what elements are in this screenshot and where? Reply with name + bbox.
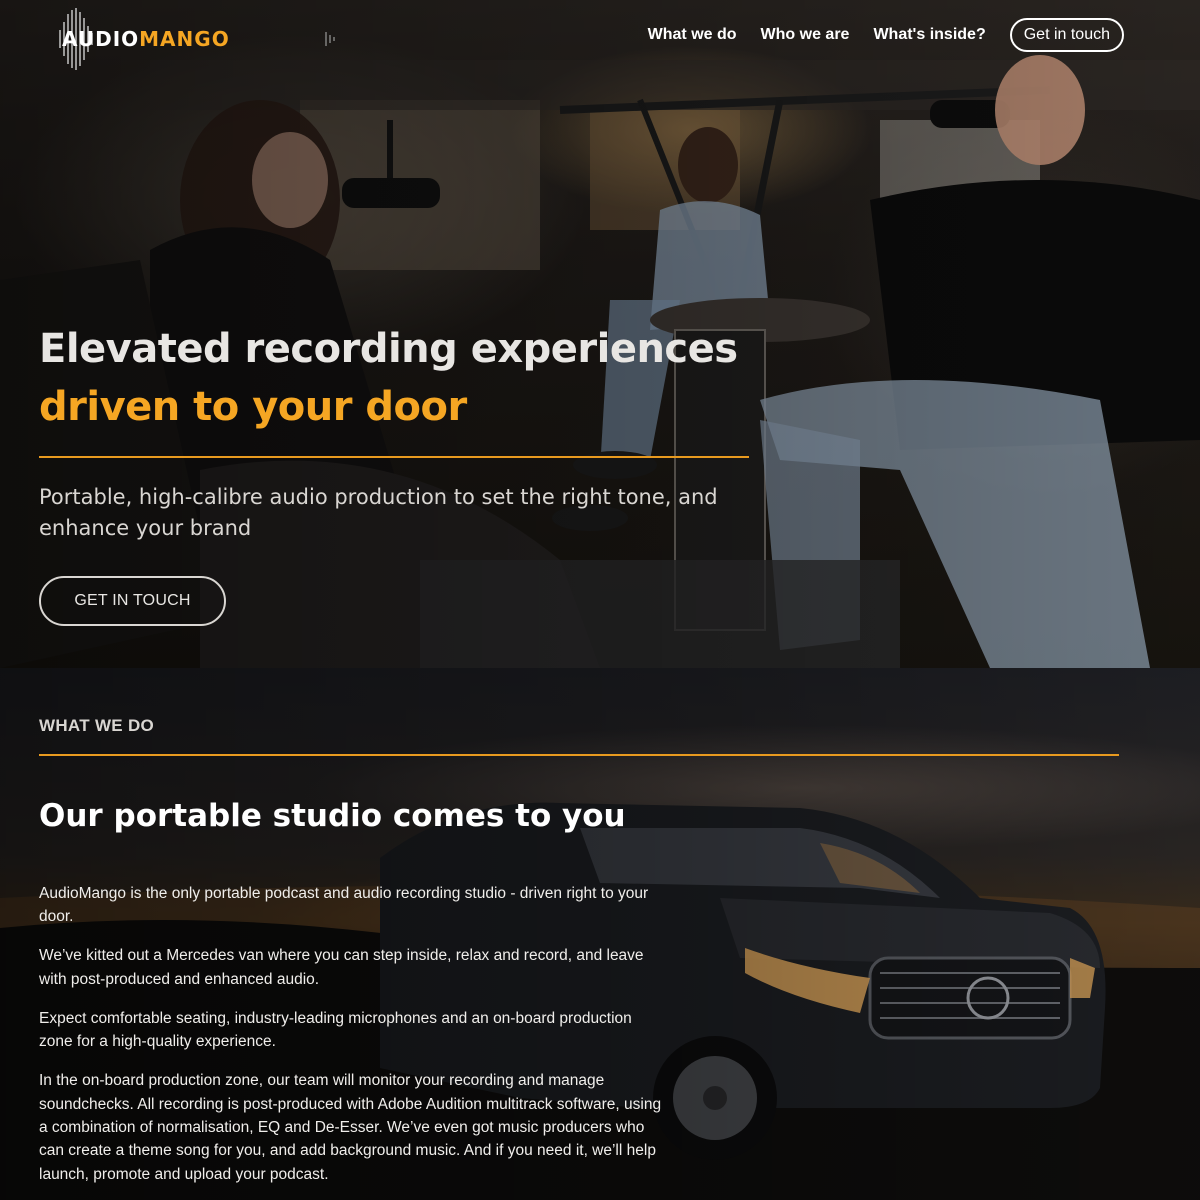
section-divider	[39, 754, 1119, 756]
section-eyebrow: WHAT WE DO	[39, 716, 155, 735]
body-paragraph: In the on-board production zone, our tea…	[39, 1072, 662, 1183]
logo-text-audio: AUDIO	[62, 27, 140, 51]
nav-what-we-do[interactable]: What we do	[648, 26, 737, 44]
body-paragraph: AudioMango is the only portable podcast …	[39, 885, 649, 926]
logo[interactable]: AUDIOMANGO	[56, 6, 335, 72]
nav-whats-inside[interactable]: What's inside?	[873, 26, 985, 44]
hero-section: AUDIOMANGO What we do Who we are What's …	[0, 0, 1200, 668]
body-paragraph: We’ve kitted out a Mercedes van where yo…	[39, 947, 644, 988]
sound-wave-tail-icon	[325, 32, 335, 46]
logo-text-mango: MANGO	[139, 27, 230, 51]
hero-title-line1: Elevated recording experiences	[39, 326, 738, 372]
main-nav: What we do Who we are What's inside? Get…	[648, 18, 1124, 52]
nav-get-in-touch-button[interactable]: Get in touch	[1009, 18, 1124, 52]
hero-get-in-touch-button[interactable]: GET IN TOUCH	[39, 576, 226, 626]
section-title: Our portable studio comes to you	[39, 798, 626, 834]
body-paragraph: Expect comfortable seating, industry-lea…	[39, 1009, 632, 1051]
hero-divider	[39, 456, 749, 458]
section-body: AudioMango is the only portable podcast …	[39, 882, 669, 1200]
hero-subtitle: Portable, high-calibre audio production …	[39, 485, 718, 540]
logo-wordmark: AUDIOMANGO	[56, 27, 230, 51]
nav-who-we-are[interactable]: Who we are	[761, 26, 850, 44]
what-we-do-section: WHAT WE DO Our portable studio comes to …	[0, 668, 1200, 1200]
hero-title: Elevated recording experiences driven to…	[39, 320, 738, 436]
hero-title-line2: driven to your door	[39, 384, 467, 430]
